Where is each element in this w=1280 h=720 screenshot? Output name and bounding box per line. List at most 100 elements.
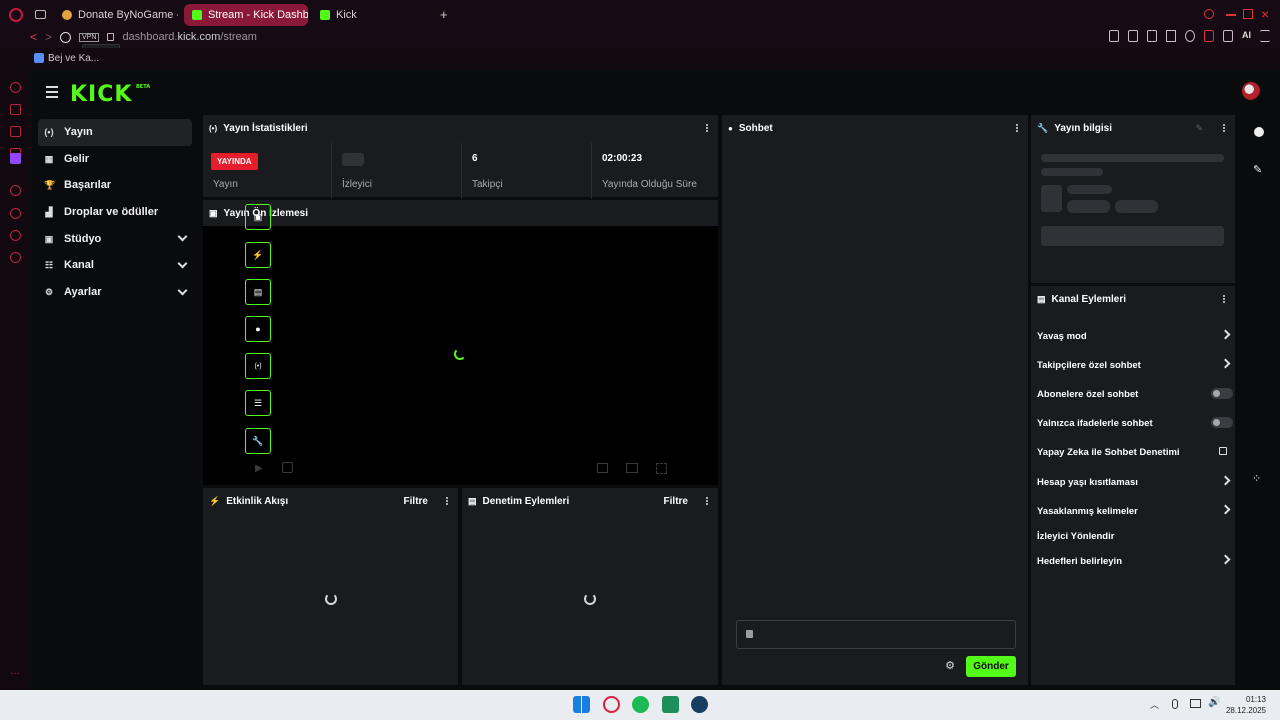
settings-icon[interactable] [10,252,21,263]
ai-button[interactable]: AI [1242,30,1251,42]
volume-icon[interactable]: 🔊 [1208,697,1220,708]
vpn-badge[interactable]: VPN [79,32,100,42]
stop-icon[interactable] [60,31,72,43]
channel-action-item[interactable]: Yavaş mod [1037,326,1231,346]
tool-chat-button[interactable]: ● [245,316,271,342]
filter-button[interactable]: Filtre [664,496,688,507]
mute-icon[interactable] [282,462,293,473]
avatar[interactable] [1242,82,1260,100]
channel-action-item[interactable]: Abonelere özel sohbet [1037,384,1233,404]
chevron-right-icon[interactable] [1220,554,1231,565]
minimize-button[interactable] [1226,14,1236,16]
sidebar-item-kanal[interactable]: ☷ Kanal [38,252,192,279]
channel-action-item[interactable]: Yasaklanmış kelimeler [1037,501,1231,521]
search-tabs-icon[interactable] [1204,9,1214,19]
menu-toggle-icon[interactable] [46,86,58,101]
add-widget-icon[interactable]: ⁘ [1252,472,1261,485]
mic-icon[interactable] [1172,699,1178,709]
twitch-icon[interactable] [10,153,21,164]
chevron-down-icon[interactable] [177,285,188,296]
tool-broadcast-button[interactable]: (•) [245,353,271,379]
forward-icon[interactable]: > [45,30,52,44]
tool-wrench-button[interactable]: 🔧 [245,428,271,454]
heart-icon[interactable] [1185,30,1195,42]
tool-actions-button[interactable]: ☰ [245,390,271,416]
pin-icon[interactable] [1109,30,1119,42]
channel-action-item[interactable]: Takipçilere özel sohbet [1037,355,1231,375]
more-icon[interactable]: ··· [10,668,20,679]
channel-action-item[interactable]: Yalnızca ifadelerle sohbet [1037,413,1233,433]
spotify-icon[interactable] [632,696,649,713]
channel-action-item[interactable]: Hesap yaşı kısıtlaması [1037,472,1231,492]
edit-icon[interactable]: ✎ [1195,123,1203,134]
opera-menu-icon[interactable] [9,8,23,22]
tab-donate[interactable]: Donate ByNoGame - Gele [54,4,178,26]
more-options-icon[interactable] [1223,124,1225,132]
close-button[interactable]: × [1261,6,1269,22]
tab-switcher-icon[interactable] [35,10,46,19]
display-icon[interactable] [1190,699,1201,708]
download-icon[interactable] [1223,30,1233,42]
more-options-icon[interactable] [446,497,448,505]
more-options-icon[interactable] [706,124,708,132]
channel-action-item[interactable]: Yapay Zeka ile Sohbet Denetimi [1037,442,1227,462]
more-options-icon[interactable] [1223,295,1225,303]
sidebar-item-ba-ar-lar[interactable]: 🏆 Başarılar [38,172,192,199]
mail-icon[interactable] [10,126,21,137]
opera-icon[interactable] [603,696,620,713]
pencil-icon[interactable]: ✎ [1253,163,1262,176]
play-icon[interactable] [1166,30,1176,42]
chevron-right-icon[interactable] [1220,504,1231,515]
refresh-icon[interactable] [10,82,21,93]
more-options-icon[interactable] [1016,124,1018,132]
address-bar[interactable]: < > VPN dashboard.kick.com/stream [30,28,257,46]
pip-icon[interactable] [597,463,608,473]
info-icon[interactable] [1254,127,1264,137]
toggle-switch[interactable] [1211,388,1233,399]
sidebar-item-droplar-ve-d-ller[interactable]: ▟ Droplar ve ödüller [38,199,192,226]
back-icon[interactable]: < [30,30,37,44]
fullscreen-icon[interactable] [656,463,667,474]
maximize-button[interactable] [1243,9,1253,19]
snapshot-icon[interactable] [1128,30,1138,42]
url-text[interactable]: dashboard.kick.com/stream [122,31,257,43]
tab-kick[interactable]: Kick [312,4,436,26]
sidebar-item-ayarlar[interactable]: ⚙ Ayarlar [38,279,192,306]
windows-start-icon[interactable] [573,696,590,713]
tray-chevron-icon[interactable]: ︿ [1150,698,1159,711]
external-link-icon[interactable] [1219,447,1227,455]
steam-icon[interactable] [691,696,708,713]
chevron-down-icon[interactable] [177,231,188,242]
sidebar-item-gelir[interactable]: ▦ Gelir [38,146,192,173]
kick-logo[interactable]: KICK BETA [70,82,150,107]
tool-scene-button[interactable]: ▣ [245,204,271,230]
send-button[interactable]: Gönder [966,656,1016,677]
shield-icon[interactable] [1147,30,1157,42]
chevron-down-icon[interactable] [177,258,188,269]
chat-settings-icon[interactable]: ⚙ [945,659,955,672]
chevron-right-icon[interactable] [1220,475,1231,486]
menu-icon[interactable] [1260,30,1270,42]
tool-lightning-button[interactable]: ⚡ [245,242,271,268]
sidebar-item-st-dyo[interactable]: ▣ Stüdyo [38,225,192,252]
chevron-right-icon[interactable] [1220,329,1231,340]
tool-document-button[interactable]: ▤ [245,279,271,305]
extensions-icon[interactable] [10,230,21,241]
filter-button[interactable]: Filtre [404,496,428,507]
system-clock[interactable]: 01:13 28.12.2025 [1226,694,1266,716]
toggle-switch[interactable] [1211,417,1233,428]
tab-kick-dashboard[interactable]: Stream - Kick Dashboard [184,4,308,26]
chevron-right-icon[interactable] [1220,358,1231,369]
play-circle-icon[interactable] [10,185,21,196]
new-tab-button[interactable]: + [440,7,448,22]
app-icon[interactable] [662,696,679,713]
bag-icon[interactable] [1204,30,1214,42]
chat-input[interactable] [736,620,1016,649]
theater-icon[interactable] [626,463,638,473]
play-icon[interactable]: ▶ [255,463,263,474]
more-options-icon[interactable] [706,497,708,505]
history-icon[interactable] [10,208,21,219]
channel-action-item[interactable]: İzleyici Yönlendir [1037,526,1227,546]
bookmark-item[interactable]: Bej ve Ka... [48,53,99,64]
channel-action-item[interactable]: Hedefleri belirleyin [1037,551,1231,571]
